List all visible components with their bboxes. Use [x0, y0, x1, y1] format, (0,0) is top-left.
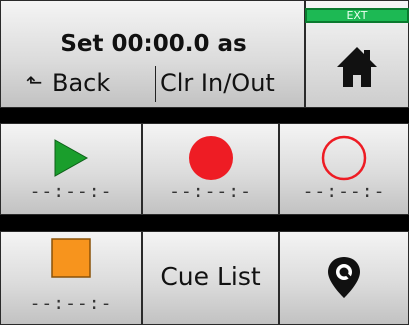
- home-icon: [337, 47, 377, 87]
- play-icon: [54, 139, 89, 177]
- record-outline-icon: [321, 135, 367, 181]
- stop-icon: [51, 238, 91, 278]
- clear-in-out-label: Clr In/Out: [160, 69, 275, 97]
- record-ready-timecode: --:--:-: [302, 181, 386, 202]
- ext-status-badge: EXT: [305, 8, 409, 23]
- back-button-label: Back: [52, 69, 111, 97]
- back-arrow-icon: ⬑: [26, 70, 43, 94]
- play-timecode: --:--:-: [29, 181, 113, 202]
- play-button[interactable]: --:--:-: [0, 123, 142, 215]
- record-ready-button[interactable]: --:--:-: [279, 123, 409, 215]
- record-timecode: --:--:-: [169, 181, 252, 202]
- cue-list-button[interactable]: Cue List: [142, 231, 279, 325]
- cue-list-label: Cue List: [160, 262, 261, 291]
- cue-marker-button[interactable]: [279, 231, 409, 325]
- record-icon: [188, 136, 233, 180]
- transport-screen: Set 00:00.0 as ⬑ Back Clr In/Out EXT --:…: [0, 0, 409, 325]
- page-title: Set 00:00.0 as: [60, 31, 247, 57]
- stop-button[interactable]: --:--:-: [0, 231, 142, 325]
- stop-timecode: --:--:-: [29, 293, 113, 314]
- back-button[interactable]: ⬑ Back: [6, 66, 154, 102]
- q-marker-icon: [328, 257, 360, 298]
- record-button[interactable]: --:--:-: [142, 123, 279, 215]
- clear-in-out-button[interactable]: Clr In/Out: [155, 66, 303, 102]
